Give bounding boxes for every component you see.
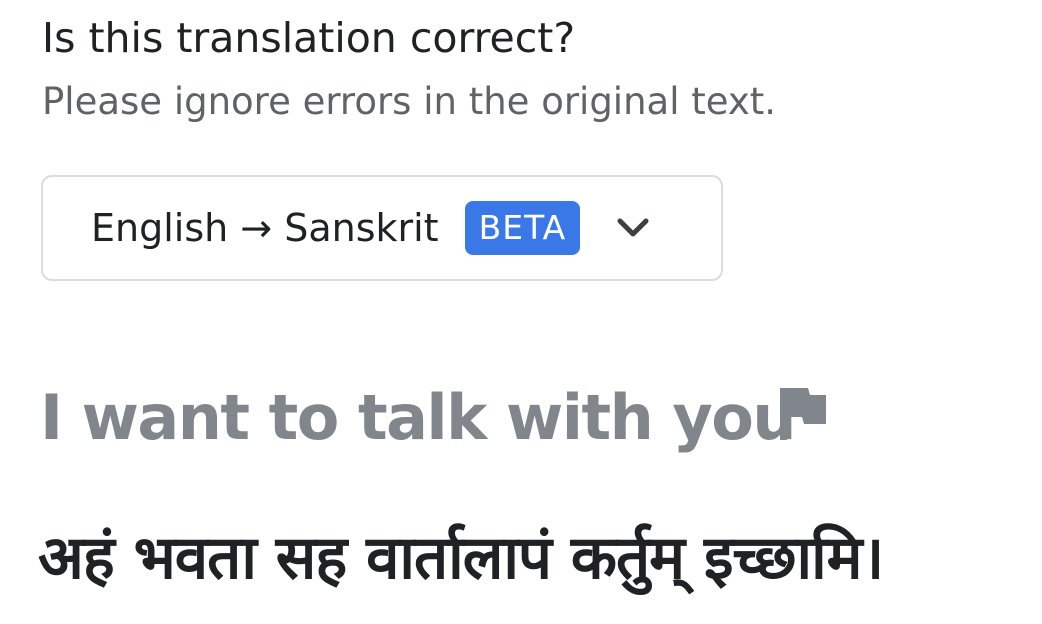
language-pair-label: English → Sanskrit — [91, 206, 439, 250]
question-subtitle: Please ignore errors in the original tex… — [42, 80, 777, 123]
translated-text: अहं भवता सह वार्तालापं कर्तुम् इच्छामि। — [38, 523, 884, 593]
source-text: I want to talk with you — [40, 381, 797, 454]
chevron-down-icon — [608, 203, 658, 253]
flag-icon[interactable] — [772, 384, 832, 444]
question-title: Is this translation correct? — [42, 14, 576, 62]
beta-badge: BETA — [464, 201, 581, 255]
language-pair-dropdown[interactable]: English → Sanskrit BETA — [41, 175, 723, 281]
